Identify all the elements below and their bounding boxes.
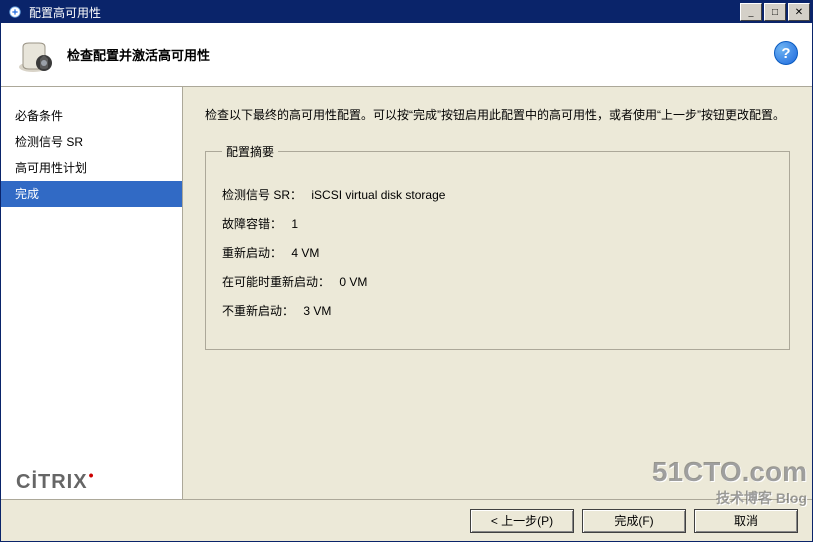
summary-value: 4 VM bbox=[291, 246, 319, 260]
help-icon[interactable]: ? bbox=[774, 41, 798, 65]
summary-row-tolerance: 故障容错： 1 bbox=[222, 215, 773, 232]
summary-label: 不重新启动： bbox=[222, 302, 294, 319]
sidebar-item-prerequisites[interactable]: 必备条件 bbox=[1, 103, 182, 129]
wizard-steps-sidebar: 必备条件 检测信号 SR 高可用性计划 完成 bbox=[1, 87, 183, 499]
back-button[interactable]: < 上一步(P) bbox=[470, 509, 574, 533]
sidebar-item-label: 高可用性计划 bbox=[15, 161, 87, 175]
close-button[interactable]: ✕ bbox=[788, 3, 810, 21]
dialog-window: 配置高可用性 _ □ ✕ 检查配置并激活高可用性 ? 必备条件 检测信号 SR … bbox=[0, 0, 813, 542]
maximize-button[interactable]: □ bbox=[764, 3, 786, 21]
sidebar-item-label: 完成 bbox=[15, 187, 39, 201]
summary-value: 3 VM bbox=[303, 304, 331, 318]
window-title: 配置高可用性 bbox=[27, 4, 738, 21]
summary-value: iSCSI virtual disk storage bbox=[311, 188, 445, 202]
main-panel: 检查以下最终的高可用性配置。可以按“完成”按钮启用此配置中的高可用性，或者使用“… bbox=[183, 87, 812, 499]
body: 必备条件 检测信号 SR 高可用性计划 完成 检查以下最终的高可用性配置。可以按… bbox=[1, 87, 812, 499]
sidebar-item-ha-plan[interactable]: 高可用性计划 bbox=[1, 155, 182, 181]
sidebar-item-label: 必备条件 bbox=[15, 109, 63, 123]
header-band: 检查配置并激活高可用性 ? bbox=[1, 23, 812, 87]
summary-label: 在可能时重新启动： bbox=[222, 273, 330, 290]
summary-label: 重新启动： bbox=[222, 244, 282, 261]
citrix-logo: CİTRIX• bbox=[16, 471, 94, 494]
summary-label: 检测信号 SR： bbox=[222, 186, 302, 203]
summary-label: 故障容错： bbox=[222, 215, 282, 232]
cancel-button[interactable]: 取消 bbox=[694, 509, 798, 533]
summary-row-restart-if-possible: 在可能时重新启动： 0 VM bbox=[222, 273, 773, 290]
wizard-icon bbox=[15, 35, 55, 75]
app-icon bbox=[7, 4, 23, 20]
page-title: 检查配置并激活高可用性 bbox=[67, 45, 210, 64]
sidebar-item-finish[interactable]: 完成 bbox=[1, 181, 182, 207]
footer-buttons: < 上一步(P) 完成(F) 取消 bbox=[1, 499, 812, 541]
sidebar-item-heartbeat-sr[interactable]: 检测信号 SR bbox=[1, 129, 182, 155]
summary-value: 0 VM bbox=[339, 275, 367, 289]
summary-row-restart: 重新启动： 4 VM bbox=[222, 244, 773, 261]
finish-button[interactable]: 完成(F) bbox=[582, 509, 686, 533]
titlebar: 配置高可用性 _ □ ✕ bbox=[1, 1, 812, 23]
window-controls: _ □ ✕ bbox=[738, 3, 810, 21]
summary-row-no-restart: 不重新启动： 3 VM bbox=[222, 302, 773, 319]
summary-value: 1 bbox=[291, 217, 298, 231]
sidebar-item-label: 检测信号 SR bbox=[15, 135, 83, 149]
instruction-text: 检查以下最终的高可用性配置。可以按“完成”按钮启用此配置中的高可用性，或者使用“… bbox=[205, 105, 790, 125]
summary-groupbox: 配置摘要 检测信号 SR： iSCSI virtual disk storage… bbox=[205, 143, 790, 350]
summary-row-heartbeat: 检测信号 SR： iSCSI virtual disk storage bbox=[222, 186, 773, 203]
minimize-button[interactable]: _ bbox=[740, 3, 762, 21]
summary-legend: 配置摘要 bbox=[222, 143, 278, 160]
